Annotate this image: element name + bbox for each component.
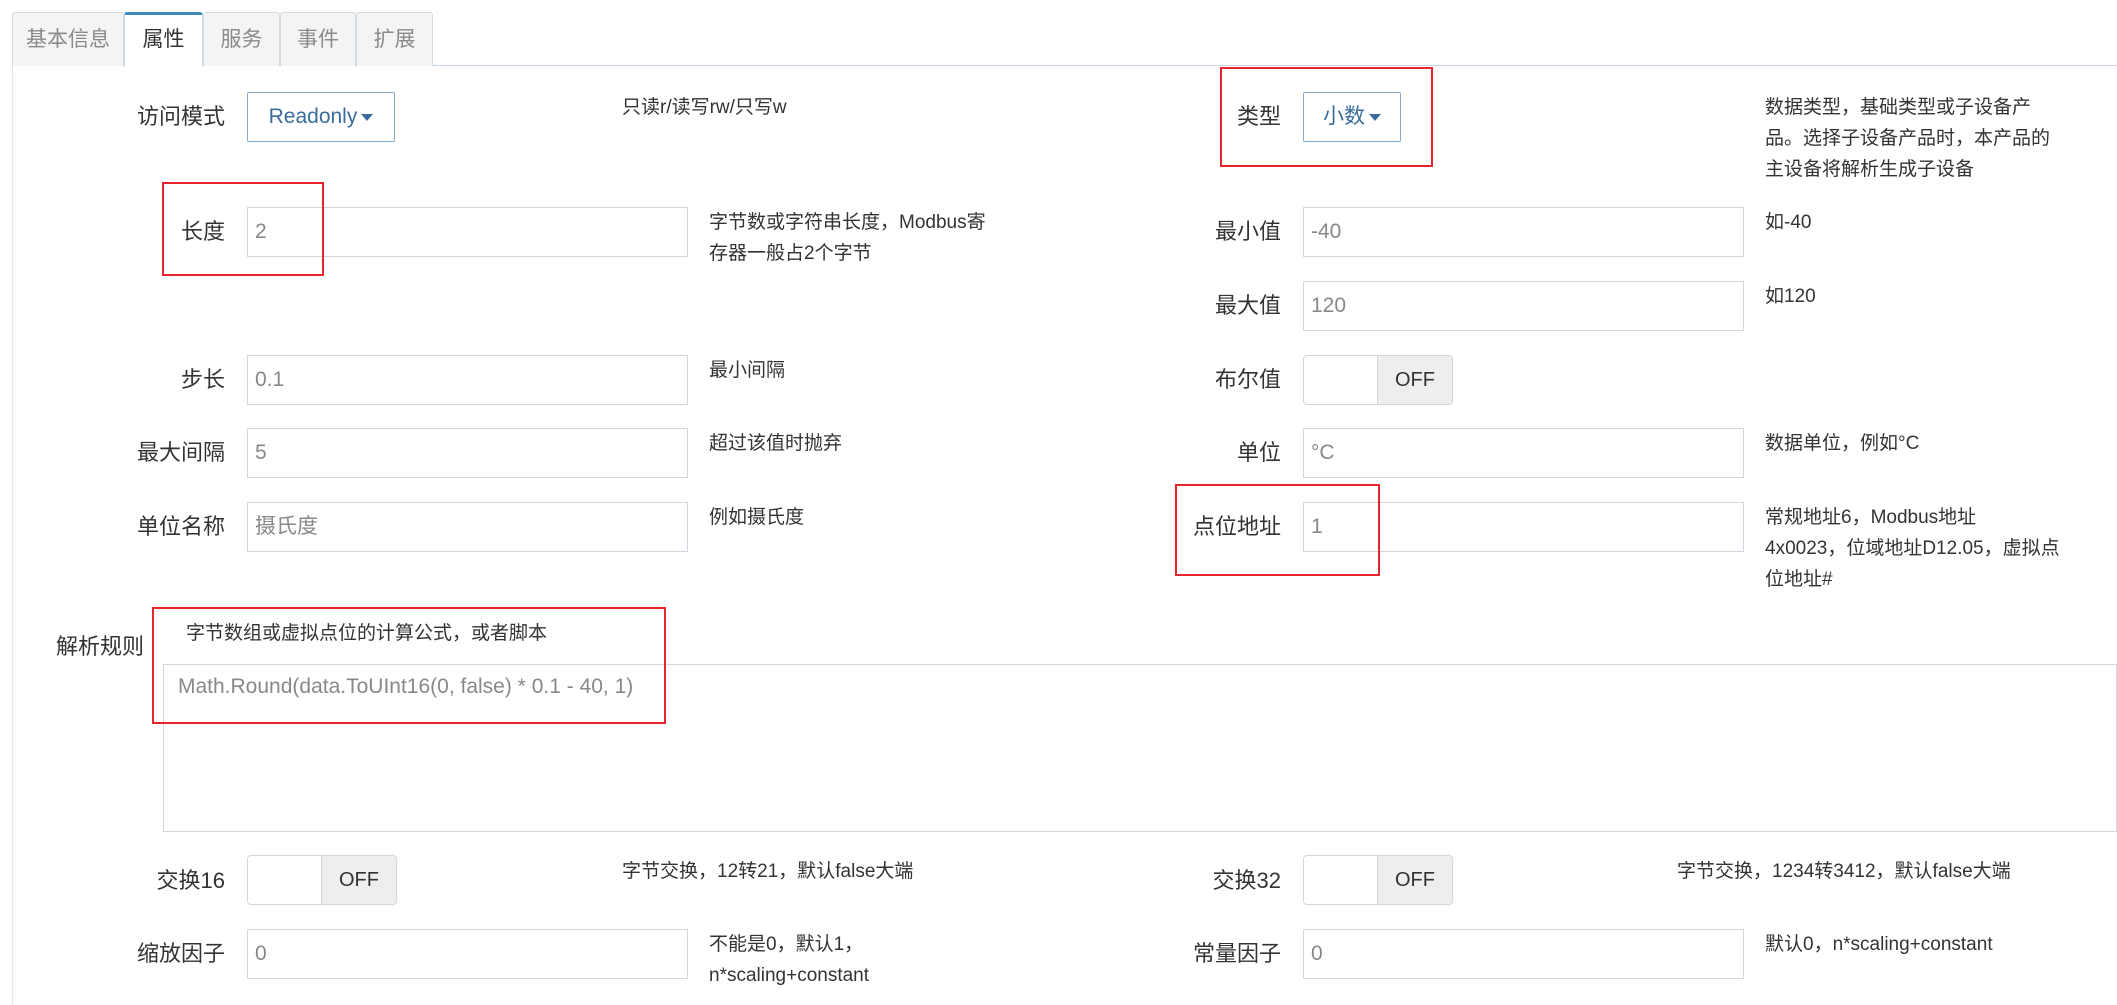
tab-basic-info[interactable]: 基本信息	[12, 12, 124, 66]
bool-toggle[interactable]: OFF	[1303, 355, 1453, 405]
swap32-toggle[interactable]: OFF	[1303, 855, 1453, 905]
parse-rule-label: 解析规则	[56, 634, 145, 659]
max-interval-label: 最大间隔	[136, 440, 225, 465]
unit-name-input[interactable]: 摄氏度	[247, 502, 688, 552]
type-help: 数据类型，基础类型或子设备产 品。选择子设备产品时，本产品的 主设备将解析生成子…	[1765, 97, 2051, 180]
access-mode-help: 只读r/读写rw/只写w	[622, 97, 787, 118]
swap32-help: 字节交换，1234转3412，默认false大端	[1677, 861, 2011, 882]
parse-rule-textarea[interactable]: Math.Round(data.ToUInt16(0, false) * 0.1…	[163, 664, 2117, 832]
tab-bar: 基本信息 属性 服务 事件 扩展	[12, 12, 2117, 67]
step-input[interactable]: 0.1	[247, 355, 688, 405]
length-help: 字节数或字符串长度，Modbus寄 存器一般占2个字节	[709, 212, 986, 264]
bool-label: 布尔值	[1214, 367, 1281, 392]
tab-properties[interactable]: 属性	[124, 12, 203, 67]
swap16-toggle-state: OFF	[321, 856, 396, 904]
length-input[interactable]: 2	[247, 207, 688, 257]
address-input[interactable]: 1	[1303, 502, 1744, 552]
address-help: 常规地址6，Modbus地址 4x0023，位域地址D12.05，虚拟点 位地址…	[1765, 507, 2060, 590]
max-interval-help: 超过该值时抛弃	[709, 433, 843, 454]
tab-extensions[interactable]: 扩展	[356, 12, 433, 66]
max-label: 最大值	[1214, 293, 1281, 318]
step-help: 最小间隔	[709, 360, 786, 381]
caret-down-icon	[361, 113, 374, 121]
min-help: 如-40	[1765, 212, 1812, 233]
max-help: 如120	[1765, 286, 1816, 307]
min-label: 最小值	[1214, 219, 1281, 244]
type-value: 小数	[1323, 105, 1365, 128]
step-label: 步长	[180, 367, 225, 392]
unit-name-help: 例如摄氏度	[709, 507, 805, 528]
caret-down-icon	[1369, 113, 1381, 121]
constant-label: 常量因子	[1192, 941, 1281, 966]
max-interval-input[interactable]: 5	[247, 428, 688, 478]
scaling-help: 不能是0，默认1， n*scaling+constant	[709, 934, 870, 986]
access-mode-value: Readonly	[268, 105, 358, 128]
access-mode-select[interactable]: Readonly	[247, 92, 395, 142]
constant-help: 默认0，n*scaling+constant	[1765, 934, 1993, 955]
length-label: 长度	[180, 219, 225, 244]
address-label: 点位地址	[1192, 514, 1281, 539]
scaling-label: 缩放因子	[136, 941, 225, 966]
min-input[interactable]: -40	[1303, 207, 1744, 257]
unit-name-label: 单位名称	[136, 514, 225, 539]
type-select[interactable]: 小数	[1303, 92, 1401, 142]
tab-events[interactable]: 事件	[280, 12, 356, 66]
type-label: 类型	[1236, 104, 1281, 129]
tab-services[interactable]: 服务	[203, 12, 280, 66]
swap16-label: 交换16	[156, 868, 225, 893]
unit-input[interactable]: °C	[1303, 428, 1744, 478]
unit-label: 单位	[1236, 440, 1281, 465]
max-input[interactable]: 120	[1303, 281, 1744, 331]
access-mode-label: 访问模式	[136, 104, 225, 129]
unit-help: 数据单位，例如°C	[1765, 433, 1920, 454]
swap32-toggle-state: OFF	[1377, 856, 1452, 904]
constant-input[interactable]: 0	[1303, 929, 1744, 979]
scaling-input[interactable]: 0	[247, 929, 688, 979]
bool-toggle-state: OFF	[1377, 356, 1452, 404]
swap16-toggle[interactable]: OFF	[247, 855, 397, 905]
parse-rule-help: 字节数组或虚拟点位的计算公式，或者脚本	[186, 623, 548, 644]
swap16-help: 字节交换，12转21，默认false大端	[622, 861, 914, 882]
swap32-label: 交换32	[1212, 868, 1281, 893]
